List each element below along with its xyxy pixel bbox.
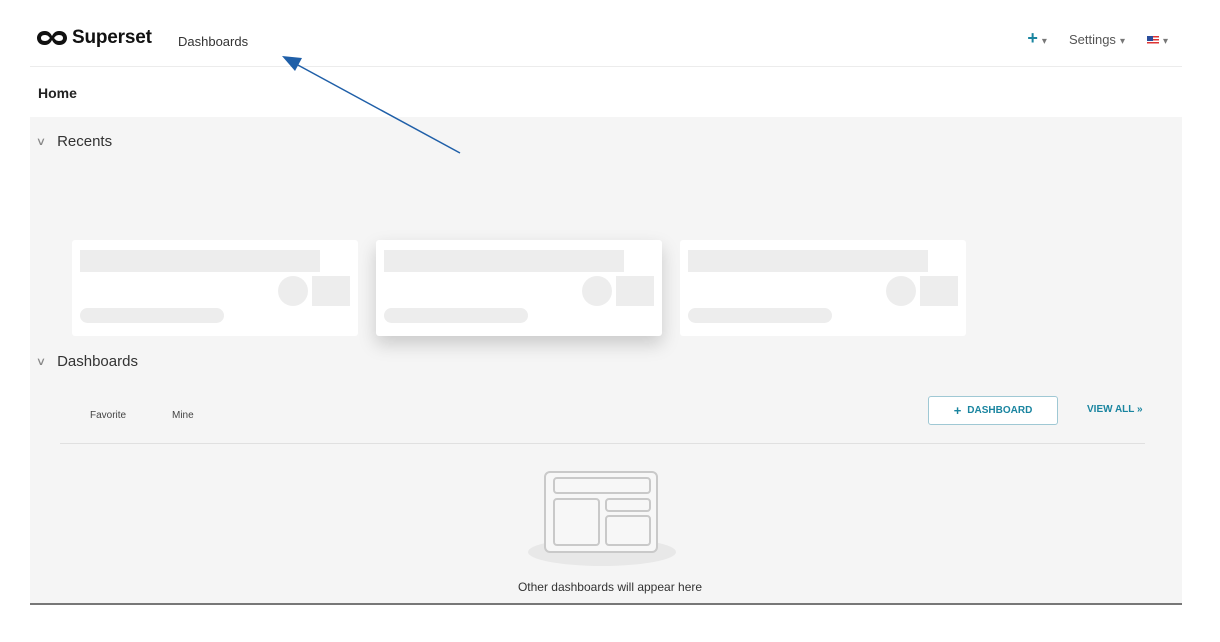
- us-flag-icon: [1146, 35, 1159, 45]
- dashboards-title: Dashboards: [57, 353, 138, 370]
- recent-card-skeleton: [72, 240, 358, 336]
- view-all-link[interactable]: VIEW ALL »: [1087, 404, 1143, 415]
- skeleton-thumb: [920, 276, 958, 306]
- skeleton-title: [80, 250, 320, 272]
- chevron-down-icon: ∨: [35, 356, 47, 368]
- app-name: Superset: [72, 27, 152, 48]
- recents-title: Recents: [57, 133, 113, 150]
- add-menu-button[interactable]: + ▾: [1027, 28, 1047, 48]
- dashboards-section-toggle[interactable]: ∨ Dashboards: [35, 353, 138, 370]
- tab-favorite[interactable]: Favorite: [90, 410, 126, 421]
- skeleton-title: [384, 250, 624, 272]
- settings-menu-button[interactable]: Settings ▾: [1069, 32, 1125, 47]
- skeleton-avatar: [582, 276, 612, 306]
- recents-section-toggle[interactable]: ∨ Recents: [35, 133, 113, 150]
- plus-icon: +: [953, 403, 962, 418]
- empty-state-message: Other dashboards will appear here: [517, 580, 703, 594]
- top-navbar: Superset Dashboards + ▾ Settings ▾ ▾: [0, 0, 1220, 66]
- chevron-down-icon: ▾: [1041, 36, 1047, 47]
- nav-dashboards-link[interactable]: Dashboards: [178, 34, 248, 49]
- chevron-down-icon: ▾: [1119, 35, 1125, 47]
- recent-card-skeleton: [376, 240, 662, 336]
- skeleton-line: [384, 308, 528, 323]
- skeleton-thumb: [616, 276, 654, 306]
- chevron-down-icon: ∨: [35, 136, 47, 148]
- add-dashboard-button[interactable]: + DASHBOARD: [928, 396, 1058, 425]
- page-title: Home: [38, 85, 77, 101]
- plus-icon: +: [1027, 28, 1038, 48]
- tabs-divider: [60, 443, 1145, 444]
- language-menu-button[interactable]: ▾: [1146, 32, 1168, 47]
- skeleton-line: [80, 308, 224, 323]
- skeleton-line: [688, 308, 832, 323]
- skeleton-thumb: [312, 276, 350, 306]
- empty-dashboard-icon: [528, 471, 676, 566]
- tab-mine[interactable]: Mine: [172, 410, 194, 421]
- superset-infinity-icon: [37, 31, 67, 45]
- recent-card-skeleton: [680, 240, 966, 336]
- skeleton-avatar: [886, 276, 916, 306]
- bottom-border: [30, 603, 1182, 605]
- page-header: Home: [30, 67, 1182, 117]
- skeleton-title: [688, 250, 928, 272]
- add-dashboard-label: DASHBOARD: [967, 405, 1033, 416]
- settings-label: Settings: [1068, 31, 1116, 47]
- skeleton-avatar: [278, 276, 308, 306]
- chevron-down-icon: ▾: [1162, 35, 1168, 47]
- superset-logo[interactable]: Superset: [36, 26, 152, 50]
